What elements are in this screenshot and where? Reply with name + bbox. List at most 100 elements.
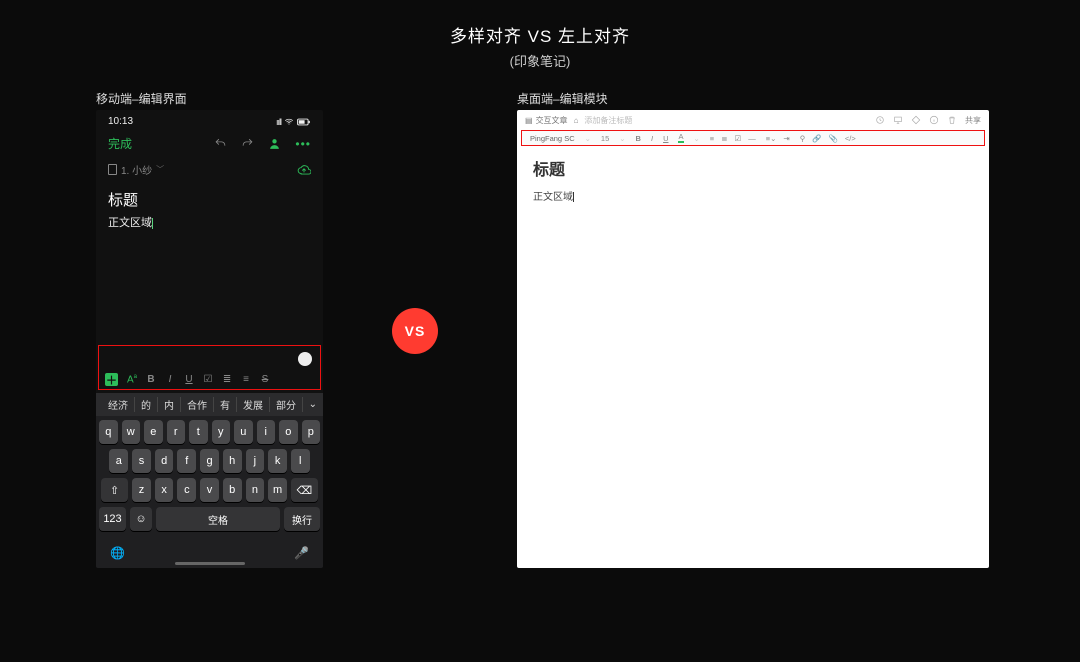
- battery-icon: [297, 118, 311, 126]
- globe-icon[interactable]: 🌐: [110, 546, 125, 560]
- notebook-selector[interactable]: 1. 小纱 ﹀: [108, 162, 164, 177]
- strike-button[interactable]: S: [260, 374, 270, 385]
- key[interactable]: d: [155, 449, 174, 473]
- key[interactable]: v: [200, 478, 219, 502]
- format-toolbar: ＋ Aa B I U ☑ ≣ ≡ S: [105, 373, 314, 386]
- key[interactable]: c: [177, 478, 196, 502]
- checklist-icon[interactable]: ☑: [734, 134, 741, 143]
- key[interactable]: m: [268, 478, 287, 502]
- key[interactable]: k: [268, 449, 287, 473]
- key[interactable]: h: [223, 449, 242, 473]
- font-selector[interactable]: PingFang SC: [530, 134, 575, 143]
- bullet-list-icon[interactable]: ≡: [710, 134, 714, 143]
- key[interactable]: o: [279, 420, 298, 444]
- checklist-button[interactable]: ☑: [203, 374, 213, 385]
- code-icon[interactable]: </>: [845, 134, 856, 143]
- return-key[interactable]: 换行: [284, 507, 320, 531]
- key[interactable]: n: [246, 478, 265, 502]
- page-title: 多样对齐 VS 左上对齐: [0, 22, 1080, 47]
- key[interactable]: s: [132, 449, 151, 473]
- suggestion[interactable]: 合作: [181, 397, 214, 412]
- info-icon[interactable]: [929, 115, 939, 125]
- indent-icon[interactable]: ⇥: [783, 134, 789, 143]
- pin-icon[interactable]: ⚲: [800, 134, 806, 143]
- undo-icon[interactable]: [214, 137, 227, 150]
- key[interactable]: r: [167, 420, 186, 444]
- delete-key[interactable]: ⌫: [291, 478, 318, 502]
- key[interactable]: l: [291, 449, 310, 473]
- add-icon[interactable]: ＋: [105, 373, 118, 386]
- key[interactable]: f: [177, 449, 196, 473]
- numkey-button[interactable]: 123: [99, 507, 126, 531]
- note-body[interactable]: 正文区域: [533, 188, 973, 203]
- share-button[interactable]: 共享: [965, 115, 981, 126]
- underline-button[interactable]: U: [663, 134, 668, 143]
- note-body[interactable]: 正文区域: [108, 214, 311, 230]
- note-title[interactable]: 标题: [533, 156, 973, 180]
- key[interactable]: x: [155, 478, 174, 502]
- key[interactable]: t: [189, 420, 208, 444]
- trash-icon[interactable]: [947, 115, 957, 125]
- toolbar-knob-icon[interactable]: [298, 352, 312, 366]
- desktop-editor[interactable]: 标题 正文区域: [517, 146, 989, 213]
- text-style-button[interactable]: Aa: [127, 374, 137, 385]
- redo-icon[interactable]: [241, 137, 254, 150]
- attachment-icon[interactable]: 📎: [829, 134, 838, 143]
- suggestion[interactable]: 发展: [237, 397, 270, 412]
- suggestion-expand-icon[interactable]: ⌄: [309, 399, 317, 410]
- number-list-icon[interactable]: ≣: [721, 134, 727, 143]
- emoji-key[interactable]: ☺: [130, 507, 152, 531]
- breadcrumb[interactable]: ▤ 交互文章: [525, 115, 568, 126]
- share-person-icon[interactable]: [268, 137, 281, 150]
- done-button[interactable]: 完成: [108, 135, 132, 152]
- home-icon[interactable]: ⌂: [574, 116, 579, 125]
- key[interactable]: j: [246, 449, 265, 473]
- suggestion[interactable]: 经济: [102, 397, 135, 412]
- key[interactable]: e: [144, 420, 163, 444]
- underline-button[interactable]: U: [184, 374, 194, 385]
- notebook-name: 1. 小纱: [121, 162, 152, 177]
- sync-icon[interactable]: [297, 163, 311, 177]
- tag-icon[interactable]: [911, 115, 921, 125]
- key[interactable]: w: [122, 420, 141, 444]
- key[interactable]: z: [132, 478, 151, 502]
- note-icon: ▤: [525, 116, 533, 125]
- font-size-selector[interactable]: 15: [601, 134, 609, 143]
- present-icon[interactable]: [893, 115, 903, 125]
- link-icon[interactable]: 🔗: [812, 134, 821, 143]
- hr-icon[interactable]: —: [748, 134, 756, 143]
- suggestion[interactable]: 的: [135, 397, 158, 412]
- bold-button[interactable]: B: [146, 374, 156, 385]
- vs-badge: VS: [392, 308, 438, 354]
- more-icon[interactable]: •••: [295, 137, 311, 151]
- key[interactable]: u: [234, 420, 253, 444]
- italic-button[interactable]: I: [651, 134, 653, 143]
- mobile-editor[interactable]: 标题 正文区域: [96, 183, 323, 236]
- suggestion[interactable]: 部分: [270, 397, 303, 412]
- bold-button[interactable]: B: [636, 134, 641, 143]
- text-color-button[interactable]: A: [678, 133, 683, 143]
- shift-key[interactable]: ⇧: [101, 478, 128, 502]
- key[interactable]: g: [200, 449, 219, 473]
- notebook-row: 1. 小纱 ﹀: [96, 156, 323, 183]
- home-indicator: [175, 562, 245, 565]
- notebook-icon: [108, 164, 117, 175]
- ordered-list-button[interactable]: ≣: [222, 374, 232, 385]
- suggestion[interactable]: 内: [158, 397, 181, 412]
- status-time: 10:13: [108, 116, 133, 127]
- space-key[interactable]: 空格: [156, 507, 280, 531]
- key[interactable]: q: [99, 420, 118, 444]
- key[interactable]: y: [212, 420, 231, 444]
- key[interactable]: i: [257, 420, 276, 444]
- key[interactable]: a: [109, 449, 128, 473]
- suggestion[interactable]: 有: [214, 397, 237, 412]
- key[interactable]: p: [302, 420, 321, 444]
- reminder-icon[interactable]: [875, 115, 885, 125]
- mic-icon[interactable]: 🎤: [294, 546, 309, 560]
- italic-button[interactable]: I: [165, 374, 175, 385]
- unordered-list-button[interactable]: ≡: [241, 374, 251, 385]
- note-title[interactable]: 标题: [108, 189, 311, 210]
- align-icon[interactable]: ≡⌄: [766, 134, 777, 143]
- comparison-canvas: 移动端–编辑界面 桌面端–编辑模块 10:13 ııll 完成 •••: [0, 78, 1080, 662]
- key[interactable]: b: [223, 478, 242, 502]
